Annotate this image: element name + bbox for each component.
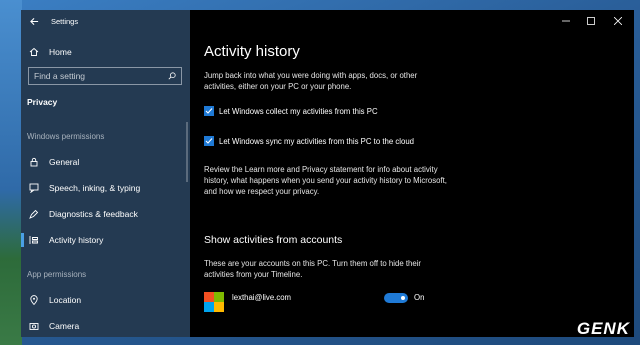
speech-icon [27,181,41,195]
checkbox-label: Let Windows sync my activities from this… [219,136,414,146]
checkbox-checked-icon [204,106,214,116]
genk-watermark-logo: GENK [576,319,630,338]
intro-text: Jump back into what you were doing with … [204,71,418,91]
back-arrow-icon [29,17,38,25]
sidebar-item-camera[interactable]: Camera [21,316,190,336]
search-input[interactable] [34,71,164,81]
toggle-knob [401,296,405,300]
sidebar-item-diagnostics[interactable]: Diagnostics & feedback [21,204,190,224]
camera-icon [27,319,41,333]
category-title: Privacy [27,97,58,107]
sidebar-item-label: General [49,157,80,167]
timeline-icon [27,233,41,247]
sync-activities-checkbox[interactable]: Let Windows sync my activities from this… [204,136,414,146]
search-icon [168,72,176,80]
sidebar-item-activity-history[interactable]: Activity history [21,230,190,250]
nav-home[interactable]: Home [21,42,190,62]
account-toggle[interactable] [384,293,408,303]
sidebar-item-speech[interactable]: Speech, inking, & typing [21,178,190,198]
sidebar-item-label: Activity history [49,235,104,245]
microsoft-logo-icon [204,292,224,312]
settings-window: Settings Home Privacy Windows permission… [21,10,634,337]
lock-icon [27,155,41,169]
nav-home-label: Home [49,47,72,57]
sidebar-item-label: Speech, inking, & typing [49,183,141,193]
account-email: lexthai@live.com [232,293,292,302]
accounts-heading: Show activities from accounts [204,234,343,246]
sidebar-item-general[interactable]: General [21,152,190,172]
accounts-description: These are your accounts on this PC. Turn… [204,259,421,279]
section-app-permissions: App permissions [27,270,87,279]
toggle-state-label: On [414,293,425,302]
location-icon [27,293,41,307]
sidebar: Settings Home Privacy Windows permission… [21,10,190,337]
privacy-review-text: Review the Learn more and Privacy statem… [204,165,447,196]
sidebar-scrollbar[interactable] [186,122,188,182]
window-title: Settings [51,16,79,26]
page-title: Activity history [204,43,300,60]
title-bar: Settings [21,10,78,32]
sidebar-item-label: Location [49,295,82,305]
collect-activities-checkbox[interactable]: Let Windows collect my activities from t… [204,106,378,116]
main-content: Activity history Jump back into what you… [190,10,634,337]
sidebar-item-label: Camera [49,321,80,331]
desktop-background [0,0,22,345]
checkbox-checked-icon [204,136,214,146]
home-icon [27,45,41,59]
search-box[interactable] [28,67,182,85]
section-windows-permissions: Windows permissions [27,132,105,141]
sidebar-item-location[interactable]: Location [21,290,190,310]
feedback-icon [27,207,41,221]
checkbox-label: Let Windows collect my activities from t… [219,106,378,116]
back-button[interactable] [23,10,45,32]
account-row: lexthai@live.com [204,292,291,312]
sidebar-item-label: Diagnostics & feedback [49,209,138,219]
